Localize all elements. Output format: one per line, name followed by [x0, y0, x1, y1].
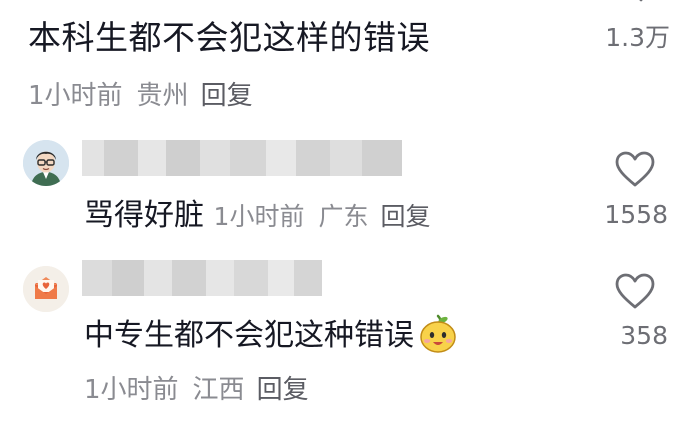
cartoon-man-avatar-icon — [23, 140, 69, 186]
like-count: 1.3万 — [605, 23, 670, 52]
reply-button[interactable]: 回复 — [380, 202, 430, 231]
like-count: 1558 — [604, 200, 668, 229]
comment-location: 广东 — [318, 202, 369, 231]
like-count: 358 — [620, 321, 668, 350]
comment-time: 1小时前 — [28, 81, 123, 111]
comment-location: 江西 — [192, 375, 245, 405]
comment-text: 中专生都不会犯这种错误 — [84, 318, 414, 353]
envelope-heart-avatar-icon — [23, 266, 69, 312]
avatar[interactable] — [23, 266, 69, 312]
comment-meta: 1小时前 江西 回复 — [84, 372, 309, 408]
avatar[interactable] — [23, 140, 69, 186]
comment-text: 骂得好脏 — [84, 198, 204, 233]
comment-time: 1小时前 — [213, 202, 305, 231]
comment-time: 1小时前 — [84, 375, 179, 405]
like-heart-icon[interactable] — [614, 150, 656, 188]
comment-location: 贵州 — [136, 81, 189, 111]
reply-line: 中专生都不会犯这种错误 — [84, 314, 458, 358]
username-blurred[interactable] — [82, 260, 322, 296]
like-heart-icon[interactable] — [614, 272, 656, 310]
like-heart-icon-partial[interactable] — [628, 0, 654, 6]
reply-button[interactable]: 回复 — [201, 81, 253, 111]
reply-button[interactable]: 回复 — [257, 375, 309, 405]
username-blurred[interactable] — [82, 140, 402, 176]
yellow-face-emoji-icon — [420, 314, 456, 353]
comment-meta: 1小时前 广东 回复 — [214, 202, 431, 231]
comment-text: 本科生都不会犯这样的错误 — [28, 18, 430, 57]
reply-line: 骂得好脏 1小时前 广东 回复 — [84, 194, 430, 238]
comment-meta: 1小时前 贵州 回复 — [28, 78, 253, 114]
